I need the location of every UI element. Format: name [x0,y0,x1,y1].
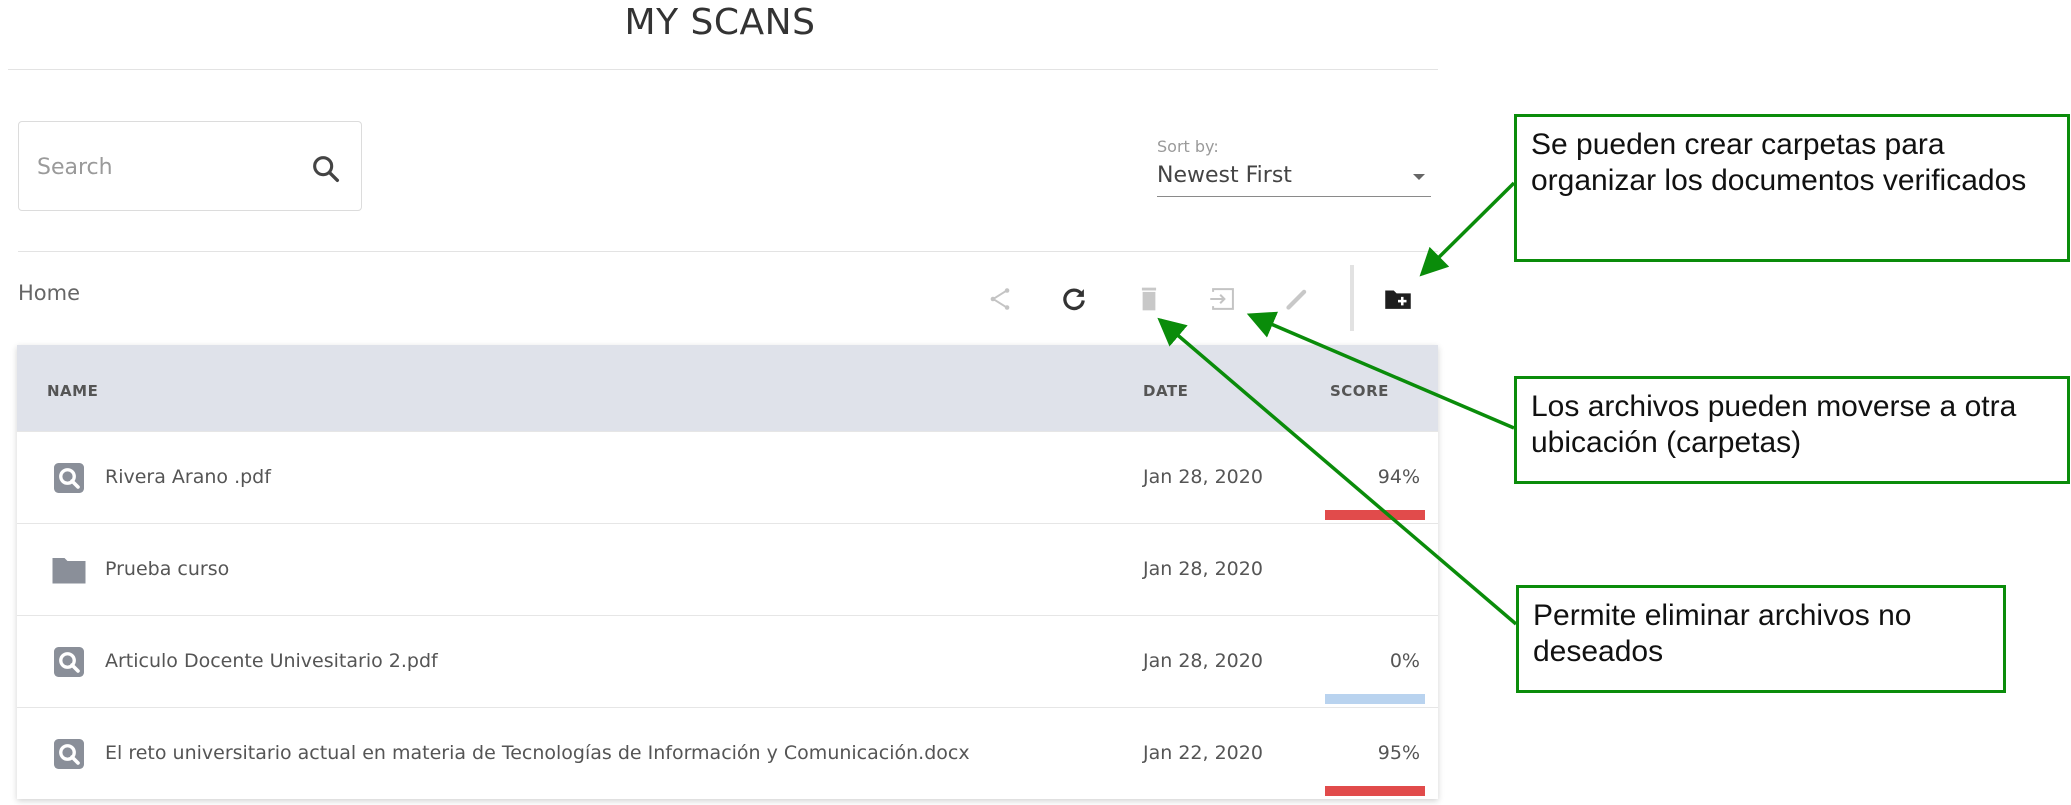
sort-control[interactable]: Sort by: Newest First [1157,137,1431,197]
search-box[interactable] [18,121,362,211]
search-icon[interactable] [309,152,343,186]
column-header-date[interactable]: DATE [1143,382,1188,400]
callout-new-folder: Se pueden crear carpetas para organizar … [1514,114,2070,262]
file-date: Jan 28, 2020 [1143,558,1263,580]
file-name[interactable]: El reto universitario actual en materia … [105,742,970,764]
edit-icon[interactable] [1280,282,1314,316]
search-input[interactable] [35,146,279,188]
table-row[interactable]: El reto universitario actual en materia … [17,707,1438,799]
scan-document-icon [54,739,84,769]
table-row[interactable]: Rivera Arano .pdf Jan 28, 2020 94% [17,431,1438,523]
file-date: Jan 22, 2020 [1143,742,1263,764]
folder-name[interactable]: Prueba curso [105,558,229,580]
table-header: NAME DATE SCORE [17,345,1438,431]
toolbar-separator [1350,265,1354,331]
score-bar [1325,786,1425,796]
new-folder-icon[interactable] [1381,282,1415,316]
file-date: Jan 28, 2020 [1143,466,1263,488]
score-bar [1325,694,1425,704]
arrow-to-new-folder [1419,181,1516,277]
trash-icon[interactable] [1132,282,1166,316]
sort-selected-value: Newest First [1157,163,1292,188]
table-row[interactable]: Articulo Docente Univesitario 2.pdf Jan … [17,615,1438,707]
breadcrumb[interactable]: Home [18,281,80,305]
section-divider [18,251,1438,252]
share-icon[interactable] [983,282,1017,316]
scan-document-icon [54,463,84,493]
scan-document-icon [54,647,84,677]
sort-select[interactable]: Newest First [1157,160,1431,197]
callout-move-files: Los archivos pueden moverse a otra ubica… [1514,376,2070,484]
file-name[interactable]: Rivera Arano .pdf [105,466,271,488]
folder-icon [52,558,86,584]
page-title: MY SCANS [624,2,816,43]
file-score: 0% [1389,650,1420,672]
score-bar [1325,510,1425,520]
file-score: 95% [1377,742,1420,764]
sort-label: Sort by: [1157,137,1219,156]
file-date: Jan 28, 2020 [1143,650,1263,672]
title-divider [8,69,1438,70]
chevron-down-icon[interactable] [1413,174,1425,180]
scans-table: NAME DATE SCORE Rivera Arano .pdf Jan 28… [17,345,1438,799]
table-row[interactable]: Prueba curso Jan 28, 2020 [17,523,1438,615]
column-header-score[interactable]: SCORE [1330,382,1389,400]
refresh-icon[interactable] [1057,282,1091,316]
file-score: 94% [1377,466,1420,488]
column-header-name[interactable]: NAME [47,382,98,400]
move-icon[interactable] [1206,282,1240,316]
callout-delete-files: Permite eliminar archivos no deseados [1516,585,2006,693]
file-name[interactable]: Articulo Docente Univesitario 2.pdf [105,650,438,672]
